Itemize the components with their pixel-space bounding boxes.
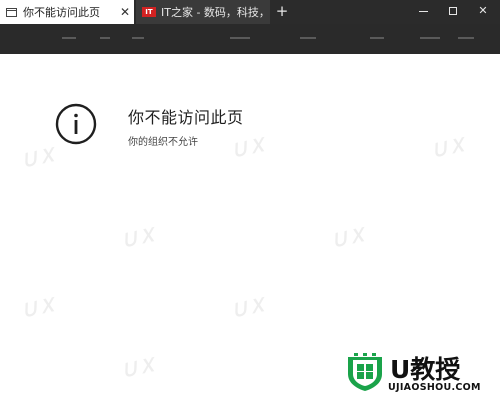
- close-window-button[interactable]: ✕: [468, 0, 498, 24]
- maximize-button[interactable]: [438, 0, 468, 24]
- page-icon: [6, 7, 17, 17]
- watermark: ＵＸ: [228, 134, 269, 163]
- watermark: ＵＸ: [118, 224, 159, 253]
- shield-logo-icon: [348, 352, 382, 391]
- new-tab-button[interactable]: +: [273, 0, 291, 24]
- blurred-control: [420, 37, 440, 39]
- minimize-button[interactable]: [408, 0, 438, 24]
- page-subtitle: 你的组织不允许: [128, 137, 198, 148]
- logo-domain: UJIAOSHOU.COM: [388, 382, 481, 393]
- blurred-control: [62, 37, 76, 39]
- watermark: ＵＸ: [18, 144, 59, 173]
- tab-access-denied[interactable]: 你不能访问此页 ✕: [0, 0, 134, 24]
- blurred-control: [132, 37, 144, 39]
- tab-title: 你不能访问此页: [23, 6, 100, 19]
- tab-ithome[interactable]: IT IT之家 - 数码，科技，生活: [136, 0, 270, 24]
- blurred-control: [458, 37, 474, 39]
- tab-close-icon[interactable]: ✕: [118, 5, 132, 19]
- browser-window: 你不能访问此页 ✕ IT IT之家 - 数码，科技，生活 + ✕ ＵＸ ＵＸ Ｕ…: [0, 0, 500, 408]
- address-bar[interactable]: [0, 24, 500, 54]
- title-bar: 你不能访问此页 ✕ IT IT之家 - 数码，科技，生活 + ✕: [0, 0, 500, 24]
- watermark: ＵＸ: [228, 294, 269, 323]
- logo-brand: U教授: [390, 355, 461, 384]
- watermark: ＵＸ: [428, 134, 469, 163]
- ithome-favicon-icon: IT: [142, 7, 156, 17]
- blurred-control: [230, 37, 250, 39]
- info-circle-icon: [55, 103, 97, 145]
- page-title: 你不能访问此页: [128, 108, 244, 127]
- blurred-control: [370, 37, 384, 39]
- blurred-control: [100, 37, 110, 39]
- ujiaoshou-logo: U教授 UJIAOSHOU.COM: [346, 350, 500, 408]
- watermark: ＵＸ: [118, 354, 159, 383]
- watermark: ＵＸ: [18, 294, 59, 323]
- blurred-control: [300, 37, 316, 39]
- minimize-icon: [418, 10, 428, 12]
- maximize-icon: [449, 7, 457, 15]
- tab-title: IT之家 - 数码，科技，生活: [161, 6, 270, 19]
- watermark: ＵＸ: [328, 224, 369, 253]
